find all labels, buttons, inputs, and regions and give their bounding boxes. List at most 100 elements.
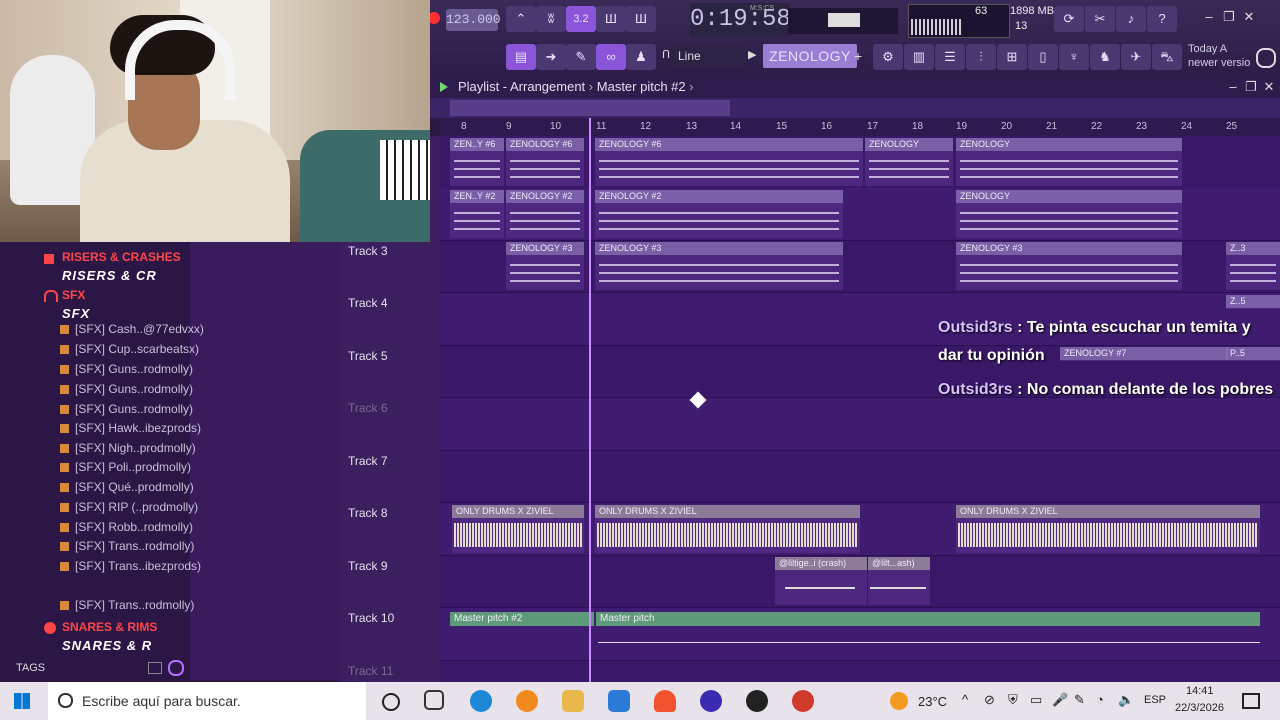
- wifi-icon[interactable]: ◔: [1096, 692, 1104, 707]
- minimize-icon[interactable]: –: [1200, 8, 1218, 26]
- mail-icon[interactable]: [608, 690, 630, 712]
- globe-icon[interactable]: [1256, 48, 1276, 68]
- current-pattern-name[interactable]: Master pitch #2: [597, 79, 686, 94]
- weather-icon[interactable]: [890, 692, 908, 710]
- file-icon[interactable]: ▯: [1028, 44, 1058, 70]
- playlist-overview-scrollbar[interactable]: [430, 98, 1280, 118]
- browser-item[interactable]: [SFX] Guns..rodmolly): [60, 402, 193, 416]
- arrow-icon[interactable]: ➜: [536, 44, 566, 70]
- browser-item[interactable]: [SFX] Qué..prodmolly): [60, 480, 194, 494]
- loop-record-icon[interactable]: Ш: [626, 6, 656, 32]
- notification-icon[interactable]: [1242, 693, 1260, 709]
- magnet-icon[interactable]: Ո: [662, 48, 670, 61]
- track-name[interactable]: Track 3: [348, 244, 388, 258]
- pattern-clip[interactable]: ZENOLOGY #3: [506, 242, 584, 290]
- windows-start-icon[interactable]: [14, 693, 30, 709]
- taskbar-search-box[interactable]: Escribe aquí para buscar.: [48, 682, 366, 720]
- audio-clip[interactable]: ONLY DRUMS X ZIVIEL: [452, 505, 584, 553]
- pattern-clip[interactable]: ZENOLOGY: [956, 138, 1182, 186]
- playlist-minimize-icon[interactable]: –: [1224, 78, 1242, 96]
- browser-category-risers[interactable]: RISERS & CRASHES: [62, 250, 181, 264]
- play-arrow-icon[interactable]: ▶: [748, 48, 756, 61]
- stamp-icon[interactable]: ♟: [626, 44, 656, 70]
- master-volume-knob[interactable]: [828, 13, 860, 27]
- pattern-clip[interactable]: ZENOLOGY #6: [506, 138, 584, 186]
- speaker-icon[interactable]: [440, 82, 448, 92]
- track-lane[interactable]: [440, 398, 1280, 451]
- folder-open-icon[interactable]: [148, 662, 162, 674]
- browser-icon[interactable]: ☰: [935, 44, 965, 70]
- browser-item[interactable]: [SFX] Poli..prodmolly): [60, 460, 191, 474]
- pattern-button[interactable]: 3.2: [566, 6, 596, 32]
- edge-icon[interactable]: [470, 690, 492, 712]
- pattern-clip[interactable]: ZENOLOGY #3: [595, 242, 843, 290]
- playlist-title-bar[interactable]: Playlist - Arrangement › Master pitch #2…: [430, 76, 1280, 98]
- browser-item[interactable]: [SFX] Trans..rodmolly): [60, 539, 194, 553]
- close-icon[interactable]: ✕: [1240, 8, 1258, 26]
- pattern-clip[interactable]: ZENOLOGY #2: [506, 190, 584, 238]
- clock-date[interactable]: 22/3/2026: [1175, 702, 1224, 714]
- overview-handle[interactable]: [450, 100, 730, 116]
- playlist-track-area[interactable]: ZEN..Y #6 ZENOLOGY #6 ZENOLOGY #6 ZENOLO…: [440, 136, 1280, 682]
- volume-meter[interactable]: [788, 8, 898, 34]
- pattern-clip[interactable]: ZEN..Y #2: [450, 190, 504, 238]
- brave-icon[interactable]: [654, 690, 676, 712]
- fl-studio-icon[interactable]: [516, 690, 538, 712]
- browser-item[interactable]: [SFX] Robb..rodmolly): [60, 520, 193, 534]
- search-icon[interactable]: [168, 660, 184, 676]
- plug-icon[interactable]: ♆: [1059, 44, 1089, 70]
- playlist-close-icon[interactable]: ✕: [1260, 78, 1278, 96]
- pattern-clip[interactable]: ZENOLOGY #3: [956, 242, 1182, 290]
- blend-icon[interactable]: Ш: [596, 6, 626, 32]
- playhead[interactable]: [589, 118, 591, 682]
- browser-item[interactable]: [SFX] Cash..@77edvxx): [60, 322, 204, 336]
- browser-item[interactable]: [SFX] Trans..rodmolly): [60, 598, 194, 612]
- track-name[interactable]: Track 9: [348, 559, 388, 573]
- cortana-icon[interactable]: [382, 693, 400, 711]
- track-name[interactable]: Track 6: [348, 401, 388, 415]
- tool-icon[interactable]: ♞: [1090, 44, 1120, 70]
- automation-clip[interactable]: Master pitch #2: [450, 612, 594, 626]
- device-icon[interactable]: ▭: [1030, 692, 1042, 708]
- microphone-icon[interactable]: 🎤: [1052, 692, 1068, 708]
- browser-item[interactable]: [SFX] Cup..scarbeatsx): [60, 342, 199, 356]
- tags-label[interactable]: TAGS: [16, 662, 45, 674]
- playlist-restore-icon[interactable]: ❐: [1242, 78, 1260, 96]
- song-time-display[interactable]: 0:19:58: [690, 3, 791, 37]
- tray-chevron-icon[interactable]: ^: [962, 692, 968, 707]
- pattern-clip[interactable]: ZENOLOGY: [956, 190, 1182, 238]
- browser-item[interactable]: [SFX] Nigh..prodmolly): [60, 441, 196, 455]
- browser-scroll-area[interactable]: [190, 242, 340, 680]
- channel-rack-icon[interactable]: ⚙: [873, 44, 903, 70]
- browser-item[interactable]: [SFX] Guns..rodmolly): [60, 362, 193, 376]
- mic-icon[interactable]: ♪: [1116, 6, 1146, 32]
- audio-clip[interactable]: @lilt...ash): [868, 557, 930, 605]
- audio-clip[interactable]: ONLY DRUMS X ZIVIEL: [956, 505, 1260, 553]
- track-name[interactable]: Track 10: [348, 611, 394, 625]
- refresh-icon[interactable]: ⟳: [1054, 6, 1084, 32]
- track-name[interactable]: Track 7: [348, 454, 388, 468]
- track-name[interactable]: Track 8: [348, 506, 388, 520]
- cart-icon[interactable]: ⛍: [1152, 44, 1182, 70]
- pattern-clip[interactable]: ZENOLOGY #2: [595, 190, 843, 238]
- pattern-clip[interactable]: Z..3: [1226, 242, 1280, 290]
- clock-time[interactable]: 14:41: [1186, 685, 1214, 697]
- language-indicator[interactable]: ESP: [1144, 694, 1166, 706]
- pattern-clip[interactable]: ZENOLOGY: [865, 138, 953, 186]
- link-icon[interactable]: ∞: [596, 44, 626, 70]
- track-name[interactable]: Track 4: [348, 296, 388, 310]
- file-explorer-icon[interactable]: [562, 690, 584, 712]
- task-view-icon[interactable]: [424, 690, 444, 710]
- track-lane[interactable]: [440, 660, 1280, 682]
- browser-category-sfx[interactable]: SFX: [62, 288, 85, 302]
- obs-icon[interactable]: [700, 690, 722, 712]
- security-icon[interactable]: ⛨: [1008, 692, 1018, 708]
- media-player-icon[interactable]: [792, 690, 814, 712]
- audio-clip[interactable]: @liltige..i (crash): [775, 557, 867, 605]
- tree-icon[interactable]: ⊞: [997, 44, 1027, 70]
- pattern-clip[interactable]: ZEN..Y #6: [450, 138, 504, 186]
- restore-icon[interactable]: ❐: [1220, 8, 1238, 26]
- tempo-display[interactable]: 123.000: [446, 9, 501, 31]
- wait-icon[interactable]: ʬ: [536, 6, 566, 32]
- track-name[interactable]: Track 5: [348, 349, 388, 363]
